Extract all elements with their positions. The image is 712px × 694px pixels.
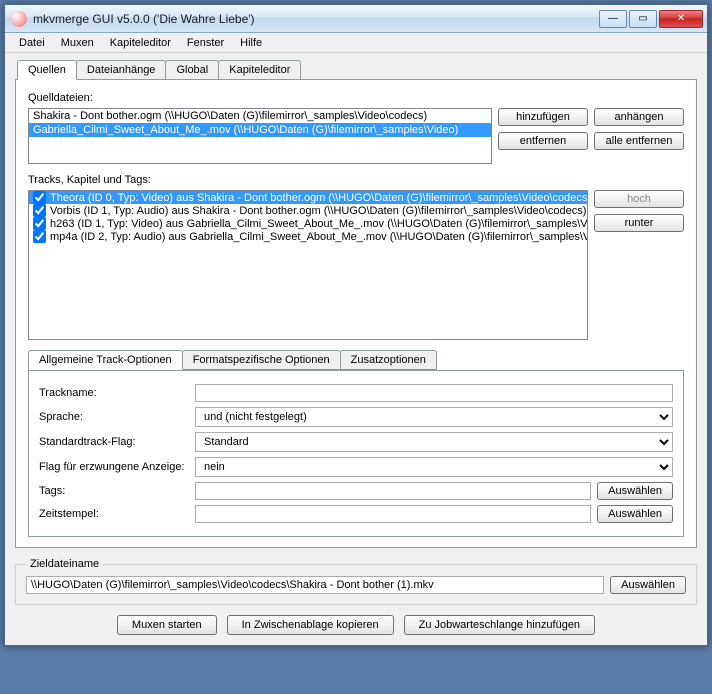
menubar: Datei Muxen Kapiteleditor Fenster Hilfe: [5, 33, 707, 53]
tracks-label: Tracks, Kapitel und Tags:: [28, 174, 684, 186]
opt-tab-general[interactable]: Allgemeine Track-Optionen: [28, 350, 183, 370]
quellen-pane: Quelldateien: Shakira - Dont bother.ogm …: [15, 79, 697, 548]
menu-datei[interactable]: Datei: [11, 35, 53, 51]
menu-muxen[interactable]: Muxen: [53, 35, 102, 51]
track-row[interactable]: Theora (ID 0, Typ: Video) aus Shakira - …: [29, 191, 587, 204]
source-item[interactable]: Shakira - Dont bother.ogm (\\HUGO\Daten …: [29, 109, 491, 123]
menu-fenster[interactable]: Fenster: [179, 35, 232, 51]
tab-kapiteleditor[interactable]: Kapiteleditor: [218, 60, 301, 80]
tab-global[interactable]: Global: [165, 60, 219, 80]
titlebar: mkvmerge GUI v5.0.0 ('Die Wahre Liebe') …: [5, 5, 707, 33]
track-checkbox[interactable]: [33, 204, 46, 217]
stdflag-select[interactable]: Standard: [195, 432, 673, 452]
timestamps-label: Zeitstempel:: [39, 508, 189, 520]
track-row[interactable]: mp4a (ID 2, Typ: Audio) aus Gabriella_Ci…: [29, 230, 587, 243]
track-row[interactable]: Vorbis (ID 1, Typ: Audio) aus Shakira - …: [29, 204, 587, 217]
track-label: mp4a (ID 2, Typ: Audio) aus Gabriella_Ci…: [50, 231, 588, 243]
down-button[interactable]: runter: [594, 214, 684, 232]
maximize-button[interactable]: ▭: [629, 10, 657, 28]
menu-hilfe[interactable]: Hilfe: [232, 35, 270, 51]
tags-input[interactable]: [195, 482, 591, 500]
stdflag-label: Standardtrack-Flag:: [39, 436, 189, 448]
source-files-list[interactable]: Shakira - Dont bother.ogm (\\HUGO\Daten …: [28, 108, 492, 164]
tracks-list[interactable]: Theora (ID 0, Typ: Video) aus Shakira - …: [28, 190, 588, 340]
sprache-label: Sprache:: [39, 411, 189, 423]
forced-select[interactable]: nein: [195, 457, 673, 477]
app-icon: [11, 11, 27, 27]
bottom-button-row: Muxen starten In Zwischenablage kopieren…: [15, 615, 697, 635]
top-tabstrip: Quellen Dateianhänge Global Kapiteledito…: [17, 60, 697, 80]
track-checkbox[interactable]: [33, 217, 46, 230]
window-title: mkvmerge GUI v5.0.0 ('Die Wahre Liebe'): [33, 12, 599, 26]
forced-label: Flag für erzwungene Anzeige:: [39, 461, 189, 473]
timestamps-choose-button[interactable]: Auswählen: [597, 505, 673, 523]
destination-choose-button[interactable]: Auswählen: [610, 576, 686, 594]
opt-tab-format[interactable]: Formatspezifische Optionen: [182, 350, 341, 370]
timestamps-input[interactable]: [195, 505, 591, 523]
track-label: Theora (ID 0, Typ: Video) aus Shakira - …: [50, 192, 588, 204]
tab-dateianhaenge[interactable]: Dateianhänge: [76, 60, 167, 80]
trackname-input[interactable]: [195, 384, 673, 402]
up-button[interactable]: hoch: [594, 190, 684, 208]
copy-clipboard-button[interactable]: In Zwischenablage kopieren: [227, 615, 394, 635]
remove-button[interactable]: entfernen: [498, 132, 588, 150]
options-tabstrip: Allgemeine Track-Optionen Formatspezifis…: [28, 350, 684, 370]
track-checkbox[interactable]: [33, 230, 46, 243]
trackname-label: Trackname:: [39, 387, 189, 399]
track-checkbox[interactable]: [33, 191, 46, 204]
menu-kapiteleditor[interactable]: Kapiteleditor: [102, 35, 179, 51]
quelldateien-label: Quelldateien:: [28, 92, 684, 104]
window-controls: — ▭ ✕: [599, 10, 703, 28]
track-label: Vorbis (ID 1, Typ: Audio) aus Shakira - …: [50, 205, 586, 217]
close-button[interactable]: ✕: [659, 10, 703, 28]
track-row[interactable]: h263 (ID 1, Typ: Video) aus Gabriella_Ci…: [29, 217, 587, 230]
tags-label: Tags:: [39, 485, 189, 497]
sprache-select[interactable]: und (nicht festgelegt): [195, 407, 673, 427]
minimize-button[interactable]: —: [599, 10, 627, 28]
add-to-queue-button[interactable]: Zu Jobwarteschlange hinzufügen: [404, 615, 595, 635]
destination-input[interactable]: [26, 576, 604, 594]
main-window: mkvmerge GUI v5.0.0 ('Die Wahre Liebe') …: [4, 4, 708, 646]
mux-start-button[interactable]: Muxen starten: [117, 615, 217, 635]
destination-legend: Zieldateiname: [26, 558, 103, 570]
destination-group: Zieldateiname Auswählen: [15, 558, 697, 605]
remove-all-button[interactable]: alle entfernen: [594, 132, 684, 150]
track-label: h263 (ID 1, Typ: Video) aus Gabriella_Ci…: [50, 218, 588, 230]
source-item[interactable]: Gabriella_Cilmi_Sweet_About_Me_.mov (\\H…: [29, 123, 491, 137]
options-pane: Trackname: Sprache: und (nicht festgeleg…: [28, 370, 684, 537]
append-button[interactable]: anhängen: [594, 108, 684, 126]
add-button[interactable]: hinzufügen: [498, 108, 588, 126]
tab-quellen[interactable]: Quellen: [17, 60, 77, 80]
tags-choose-button[interactable]: Auswählen: [597, 482, 673, 500]
opt-tab-extra[interactable]: Zusatzoptionen: [340, 350, 437, 370]
content-area: Quellen Dateianhänge Global Kapiteledito…: [5, 53, 707, 645]
